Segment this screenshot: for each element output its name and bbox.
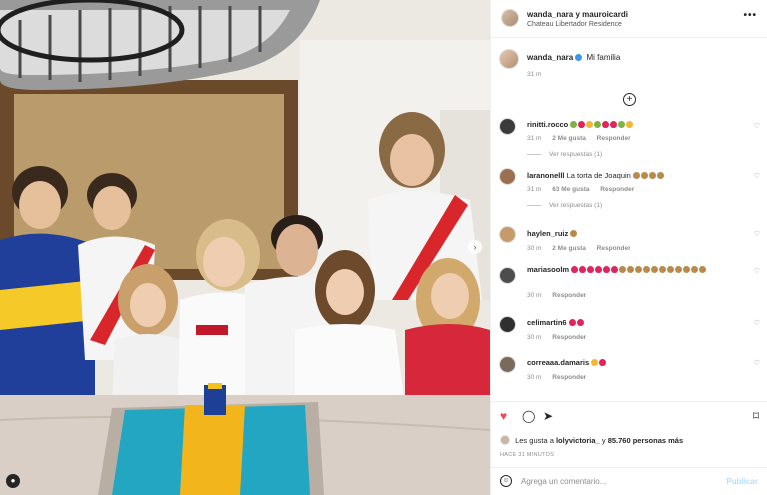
comment-meta: 30 m Responder <box>527 292 595 299</box>
caption-time: 31 m <box>527 71 542 78</box>
reply-button[interactable]: Responder <box>552 374 586 381</box>
commenter-avatar[interactable] <box>499 118 516 135</box>
comment-emojis <box>571 265 707 274</box>
comment-username[interactable]: mariasoolm <box>527 265 569 274</box>
post-side-panel: wanda_nara y mauroicardi Chateau Liberta… <box>490 0 767 495</box>
save-bookmark-icon[interactable]: ⌑ <box>753 410 759 422</box>
comment-meta: 31 m 2 Me gusta Responder <box>527 135 640 142</box>
reply-button[interactable]: Responder <box>597 245 631 252</box>
comment-item: celimartin6 30 m Responder ♡ <box>491 314 767 354</box>
commenter-avatar[interactable] <box>499 168 516 185</box>
comment-bubble-icon[interactable]: ◯ <box>522 410 535 422</box>
comment-like-icon[interactable]: ♡ <box>754 122 760 130</box>
post-time-ago: HACE 31 MINUTOS <box>500 452 555 458</box>
view-replies[interactable]: Ver respuestas (1) <box>527 151 602 158</box>
verified-badge-icon <box>575 54 583 62</box>
like-heart-icon[interactable]: ♥ <box>500 410 507 422</box>
liker-avatar <box>500 435 510 445</box>
reply-button[interactable]: Responder <box>600 186 634 193</box>
comment-meta: 31 m 63 Me gusta Responder <box>527 186 643 193</box>
caption-text: Mi familia <box>586 53 621 62</box>
comment-time: 30 m <box>527 245 542 252</box>
liker-username[interactable]: lolyvictoria_ <box>556 436 600 445</box>
comment-item: rinitti.rocco 31 m 2 Me gusta Responder … <box>491 117 767 164</box>
comment-username[interactable]: haylen_ruiz <box>527 229 568 238</box>
reply-button[interactable]: Responder <box>552 292 586 299</box>
caption-username[interactable]: wanda_nara <box>527 53 573 62</box>
comment-time: 31 m <box>527 186 542 193</box>
comment-username[interactable]: laranonelll <box>527 171 565 180</box>
reply-button[interactable]: Responder <box>597 135 631 142</box>
comment-emojis <box>570 229 578 238</box>
comment-like-icon[interactable]: ♡ <box>754 230 760 238</box>
comment-likes[interactable]: 2 Me gusta <box>552 135 586 142</box>
comment-likes[interactable]: 2 Me gusta <box>552 245 586 252</box>
next-photo-arrow-icon[interactable]: › <box>468 240 482 254</box>
author-avatar[interactable] <box>501 9 519 27</box>
post-location[interactable]: Chateau Libertador Residence <box>527 21 622 28</box>
load-more-comments: + <box>491 79 767 117</box>
comment-meta: 30 m Responder <box>527 374 595 381</box>
comment-time: 30 m <box>527 292 542 299</box>
comment-item: mariasoolm 30 m Responder ♡ <box>491 264 767 314</box>
comment-time: 31 m <box>527 135 542 142</box>
likes-prefix: Les gusta a <box>515 436 554 445</box>
emoji-picker-icon[interactable]: ☺ <box>500 475 512 487</box>
commenter-avatar[interactable] <box>499 316 516 333</box>
commenter-avatar[interactable] <box>499 356 516 373</box>
likes-count[interactable]: 85.760 personas más <box>608 436 683 445</box>
comment-username[interactable]: correaaa.damaris <box>527 358 589 367</box>
publish-button[interactable]: Publicar <box>726 477 758 486</box>
tagged-users-icon[interactable]: ● <box>6 474 20 488</box>
comment-like-icon[interactable]: ♡ <box>754 172 760 180</box>
post-actions: ♥ ◯ ➤ ⌑ Les gusta a lolyvictoria_ y 85.7… <box>491 401 767 495</box>
comment-text: La torta de Joaquin <box>566 171 631 180</box>
load-more-plus-icon[interactable]: + <box>623 93 636 106</box>
commenter-avatar[interactable] <box>499 226 516 243</box>
comment-meta: 30 m 2 Me gusta Responder <box>527 245 640 252</box>
view-replies[interactable]: Ver respuestas (1) <box>527 202 602 209</box>
comment-meta: 30 m Responder <box>527 334 595 341</box>
comment-time: 30 m <box>527 334 542 341</box>
comment-emojis <box>570 120 634 129</box>
add-comment-bar: ☺ Agrega un comentario... Publicar <box>491 467 767 495</box>
comment-item: correaaa.damaris 30 m Responder ♡ <box>491 354 767 394</box>
commenter-avatar[interactable] <box>499 267 516 284</box>
comment-time: 30 m <box>527 374 542 381</box>
comment-like-icon[interactable]: ♡ <box>754 359 760 367</box>
reply-button[interactable]: Responder <box>552 334 586 341</box>
comment-emojis <box>632 171 665 180</box>
likes-summary[interactable]: Les gusta a lolyvictoria_ y 85.760 perso… <box>500 435 683 445</box>
comment-item: haylen_ruiz 30 m 2 Me gusta Responder ♡ <box>491 224 767 264</box>
family-photo-illustration <box>0 0 490 495</box>
post-caption: wanda_nara Mi familia 31 m <box>491 39 767 79</box>
post-photo[interactable]: ● › <box>0 0 490 495</box>
comment-username[interactable]: rinitti.rocco <box>527 120 568 129</box>
share-plane-icon[interactable]: ➤ <box>543 410 553 422</box>
caption-avatar[interactable] <box>499 49 519 69</box>
comments-list[interactable]: wanda_nara Mi familia 31 m + rinitti.roc… <box>491 39 767 401</box>
author-names[interactable]: wanda_nara y mauroicardi <box>527 10 628 19</box>
post-header: wanda_nara y mauroicardi Chateau Liberta… <box>491 0 767 38</box>
comment-emojis <box>591 358 607 367</box>
comment-item: laranonelll La torta de Joaquin 31 m 63 … <box>491 164 767 224</box>
comment-input[interactable]: Agrega un comentario... <box>521 477 606 486</box>
comment-likes[interactable]: 63 Me gusta <box>552 186 589 193</box>
more-options-icon[interactable]: ••• <box>743 10 757 21</box>
comment-like-icon[interactable]: ♡ <box>754 267 760 275</box>
comment-username[interactable]: celimartin6 <box>527 318 567 327</box>
comment-like-icon[interactable]: ♡ <box>754 319 760 327</box>
comment-emojis <box>568 318 585 327</box>
likes-middle: y <box>601 436 606 445</box>
